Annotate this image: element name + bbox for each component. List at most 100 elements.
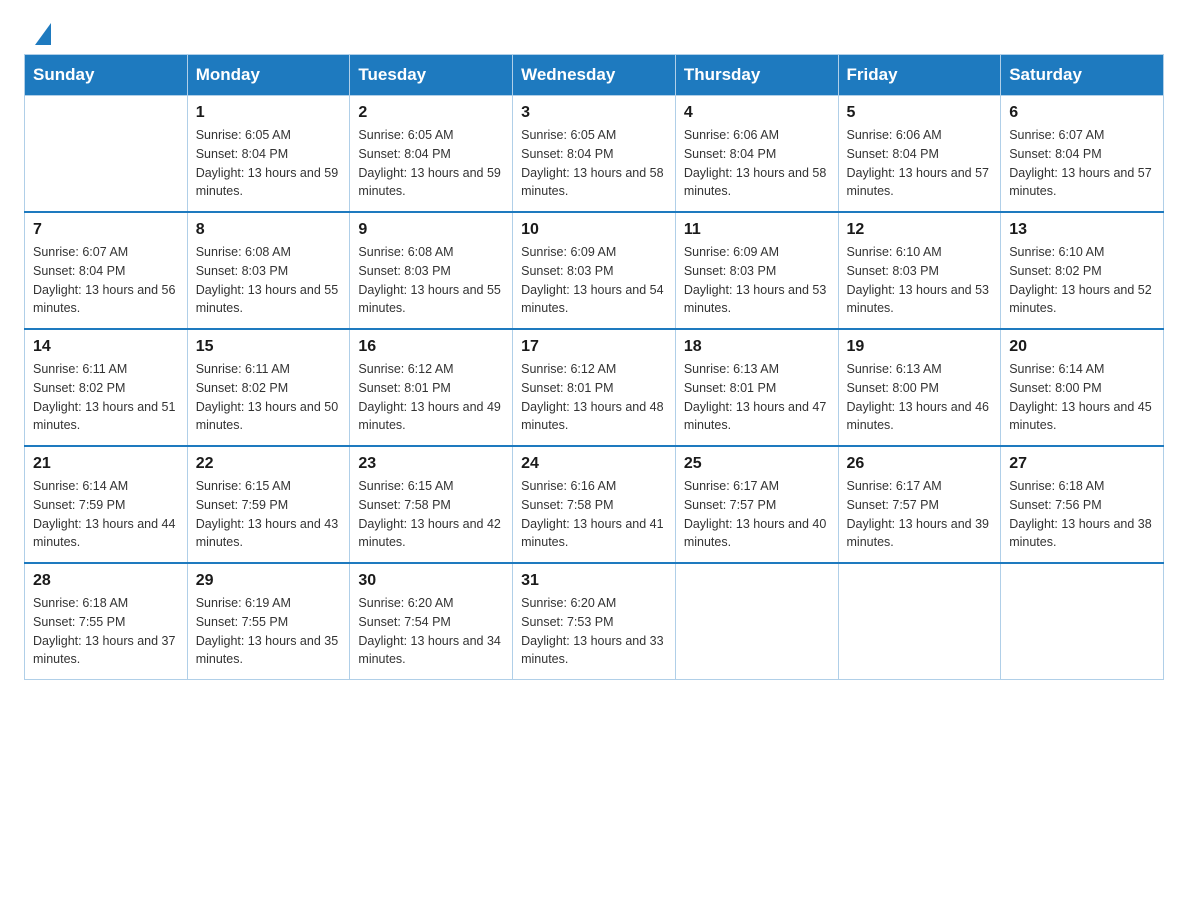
day-info: Sunrise: 6:14 AMSunset: 8:00 PMDaylight:… xyxy=(1009,360,1155,435)
day-cell: 23 Sunrise: 6:15 AMSunset: 7:58 PMDayligh… xyxy=(350,446,513,563)
day-cell: 10Sunrise: 6:09 AMSunset: 8:03 PMDayligh… xyxy=(513,212,676,329)
header-cell-sunday: Sunday xyxy=(25,55,188,96)
day-number: 30 xyxy=(358,572,504,590)
day-number: 11 xyxy=(684,221,830,239)
logo-arrow-icon xyxy=(35,23,51,45)
calendar-wrapper: SundayMondayTuesdayWednesdayThursdayFrid… xyxy=(0,54,1188,704)
day-number: 14 xyxy=(33,338,179,356)
day-cell: 18 Sunrise: 6:13 AMSunset: 8:01 PMDayligh… xyxy=(675,329,838,446)
header-cell-monday: Monday xyxy=(187,55,350,96)
day-cell: 1 Sunrise: 6:05 AMSunset: 8:04 PMDaylight… xyxy=(187,96,350,213)
week-row-5: 28 Sunrise: 6:18 AMSunset: 7:55 PMDayligh… xyxy=(25,563,1164,680)
calendar-table: SundayMondayTuesdayWednesdayThursdayFrid… xyxy=(24,54,1164,680)
day-info: Sunrise: 6:05 AMSunset: 8:04 PMDaylight:… xyxy=(196,126,342,201)
day-number: 23 xyxy=(358,455,504,473)
day-number: 3 xyxy=(521,104,667,122)
day-info: Sunrise: 6:17 AMSunset: 7:57 PMDaylight:… xyxy=(847,477,993,552)
day-number: 20 xyxy=(1009,338,1155,356)
day-cell: 3 Sunrise: 6:05 AMSunset: 8:04 PMDaylight… xyxy=(513,96,676,213)
day-info: Sunrise: 6:08 AMSunset: 8:03 PMDaylight:… xyxy=(358,243,504,318)
header-row: SundayMondayTuesdayWednesdayThursdayFrid… xyxy=(25,55,1164,96)
day-number: 22 xyxy=(196,455,342,473)
day-cell: 24Sunrise: 6:16 AMSunset: 7:58 PMDayligh… xyxy=(513,446,676,563)
day-info: Sunrise: 6:12 AMSunset: 8:01 PMDaylight:… xyxy=(358,360,504,435)
day-info: Sunrise: 6:09 AMSunset: 8:03 PMDaylight:… xyxy=(521,243,667,318)
day-info: Sunrise: 6:08 AMSunset: 8:03 PMDaylight:… xyxy=(196,243,342,318)
day-number: 29 xyxy=(196,572,342,590)
day-number: 4 xyxy=(684,104,830,122)
day-number: 7 xyxy=(33,221,179,239)
day-info: Sunrise: 6:14 AMSunset: 7:59 PMDaylight:… xyxy=(33,477,179,552)
day-number: 8 xyxy=(196,221,342,239)
day-info: Sunrise: 6:10 AMSunset: 8:02 PMDaylight:… xyxy=(1009,243,1155,318)
day-number: 13 xyxy=(1009,221,1155,239)
day-cell xyxy=(838,563,1001,680)
header-cell-wednesday: Wednesday xyxy=(513,55,676,96)
week-row-1: 1 Sunrise: 6:05 AMSunset: 8:04 PMDaylight… xyxy=(25,96,1164,213)
day-cell xyxy=(1001,563,1164,680)
day-cell: 5 Sunrise: 6:06 AMSunset: 8:04 PMDaylight… xyxy=(838,96,1001,213)
day-info: Sunrise: 6:13 AMSunset: 8:01 PMDaylight:… xyxy=(684,360,830,435)
day-info: Sunrise: 6:17 AMSunset: 7:57 PMDaylight:… xyxy=(684,477,830,552)
header-cell-tuesday: Tuesday xyxy=(350,55,513,96)
day-info: Sunrise: 6:06 AMSunset: 8:04 PMDaylight:… xyxy=(847,126,993,201)
day-number: 27 xyxy=(1009,455,1155,473)
day-cell: 27 Sunrise: 6:18 AMSunset: 7:56 PMDayligh… xyxy=(1001,446,1164,563)
day-number: 28 xyxy=(33,572,179,590)
day-info: Sunrise: 6:05 AMSunset: 8:04 PMDaylight:… xyxy=(521,126,667,201)
day-info: Sunrise: 6:16 AMSunset: 7:58 PMDaylight:… xyxy=(521,477,667,552)
day-info: Sunrise: 6:05 AMSunset: 8:04 PMDaylight:… xyxy=(358,126,504,201)
day-cell: 13 Sunrise: 6:10 AMSunset: 8:02 PMDayligh… xyxy=(1001,212,1164,329)
day-number: 19 xyxy=(847,338,993,356)
day-cell: 4Sunrise: 6:06 AMSunset: 8:04 PMDaylight… xyxy=(675,96,838,213)
day-info: Sunrise: 6:07 AMSunset: 8:04 PMDaylight:… xyxy=(33,243,179,318)
day-info: Sunrise: 6:10 AMSunset: 8:03 PMDaylight:… xyxy=(847,243,993,318)
day-cell: 29 Sunrise: 6:19 AMSunset: 7:55 PMDayligh… xyxy=(187,563,350,680)
week-row-4: 21Sunrise: 6:14 AMSunset: 7:59 PMDayligh… xyxy=(25,446,1164,563)
day-info: Sunrise: 6:11 AMSunset: 8:02 PMDaylight:… xyxy=(33,360,179,435)
day-cell: 21Sunrise: 6:14 AMSunset: 7:59 PMDayligh… xyxy=(25,446,188,563)
day-cell xyxy=(675,563,838,680)
day-number: 17 xyxy=(521,338,667,356)
day-cell: 22 Sunrise: 6:15 AMSunset: 7:59 PMDayligh… xyxy=(187,446,350,563)
day-cell: 9 Sunrise: 6:08 AMSunset: 8:03 PMDaylight… xyxy=(350,212,513,329)
day-number: 12 xyxy=(847,221,993,239)
day-cell: 30 Sunrise: 6:20 AMSunset: 7:54 PMDayligh… xyxy=(350,563,513,680)
day-number: 6 xyxy=(1009,104,1155,122)
day-info: Sunrise: 6:15 AMSunset: 7:58 PMDaylight:… xyxy=(358,477,504,552)
day-number: 25 xyxy=(684,455,830,473)
day-number: 18 xyxy=(684,338,830,356)
day-cell: 8 Sunrise: 6:08 AMSunset: 8:03 PMDaylight… xyxy=(187,212,350,329)
day-number: 5 xyxy=(847,104,993,122)
day-info: Sunrise: 6:12 AMSunset: 8:01 PMDaylight:… xyxy=(521,360,667,435)
day-cell: 20 Sunrise: 6:14 AMSunset: 8:00 PMDayligh… xyxy=(1001,329,1164,446)
day-number: 31 xyxy=(521,572,667,590)
day-number: 15 xyxy=(196,338,342,356)
day-cell: 6 Sunrise: 6:07 AMSunset: 8:04 PMDaylight… xyxy=(1001,96,1164,213)
day-cell: 28 Sunrise: 6:18 AMSunset: 7:55 PMDayligh… xyxy=(25,563,188,680)
calendar-header: SundayMondayTuesdayWednesdayThursdayFrid… xyxy=(25,55,1164,96)
day-cell xyxy=(25,96,188,213)
day-cell: 19Sunrise: 6:13 AMSunset: 8:00 PMDayligh… xyxy=(838,329,1001,446)
page-header xyxy=(0,0,1188,54)
header-cell-thursday: Thursday xyxy=(675,55,838,96)
day-cell: 31Sunrise: 6:20 AMSunset: 7:53 PMDayligh… xyxy=(513,563,676,680)
day-cell: 2Sunrise: 6:05 AMSunset: 8:04 PMDaylight… xyxy=(350,96,513,213)
header-cell-friday: Friday xyxy=(838,55,1001,96)
day-number: 9 xyxy=(358,221,504,239)
day-cell: 11 Sunrise: 6:09 AMSunset: 8:03 PMDayligh… xyxy=(675,212,838,329)
day-info: Sunrise: 6:18 AMSunset: 7:56 PMDaylight:… xyxy=(1009,477,1155,552)
calendar-body: 1 Sunrise: 6:05 AMSunset: 8:04 PMDaylight… xyxy=(25,96,1164,680)
day-info: Sunrise: 6:19 AMSunset: 7:55 PMDaylight:… xyxy=(196,594,342,669)
header-cell-saturday: Saturday xyxy=(1001,55,1164,96)
week-row-2: 7 Sunrise: 6:07 AMSunset: 8:04 PMDaylight… xyxy=(25,212,1164,329)
day-info: Sunrise: 6:09 AMSunset: 8:03 PMDaylight:… xyxy=(684,243,830,318)
logo-line1 xyxy=(32,24,51,46)
day-cell: 26Sunrise: 6:17 AMSunset: 7:57 PMDayligh… xyxy=(838,446,1001,563)
day-info: Sunrise: 6:15 AMSunset: 7:59 PMDaylight:… xyxy=(196,477,342,552)
day-info: Sunrise: 6:18 AMSunset: 7:55 PMDaylight:… xyxy=(33,594,179,669)
day-info: Sunrise: 6:20 AMSunset: 7:54 PMDaylight:… xyxy=(358,594,504,669)
day-number: 1 xyxy=(196,104,342,122)
day-info: Sunrise: 6:07 AMSunset: 8:04 PMDaylight:… xyxy=(1009,126,1155,201)
logo xyxy=(32,24,51,42)
